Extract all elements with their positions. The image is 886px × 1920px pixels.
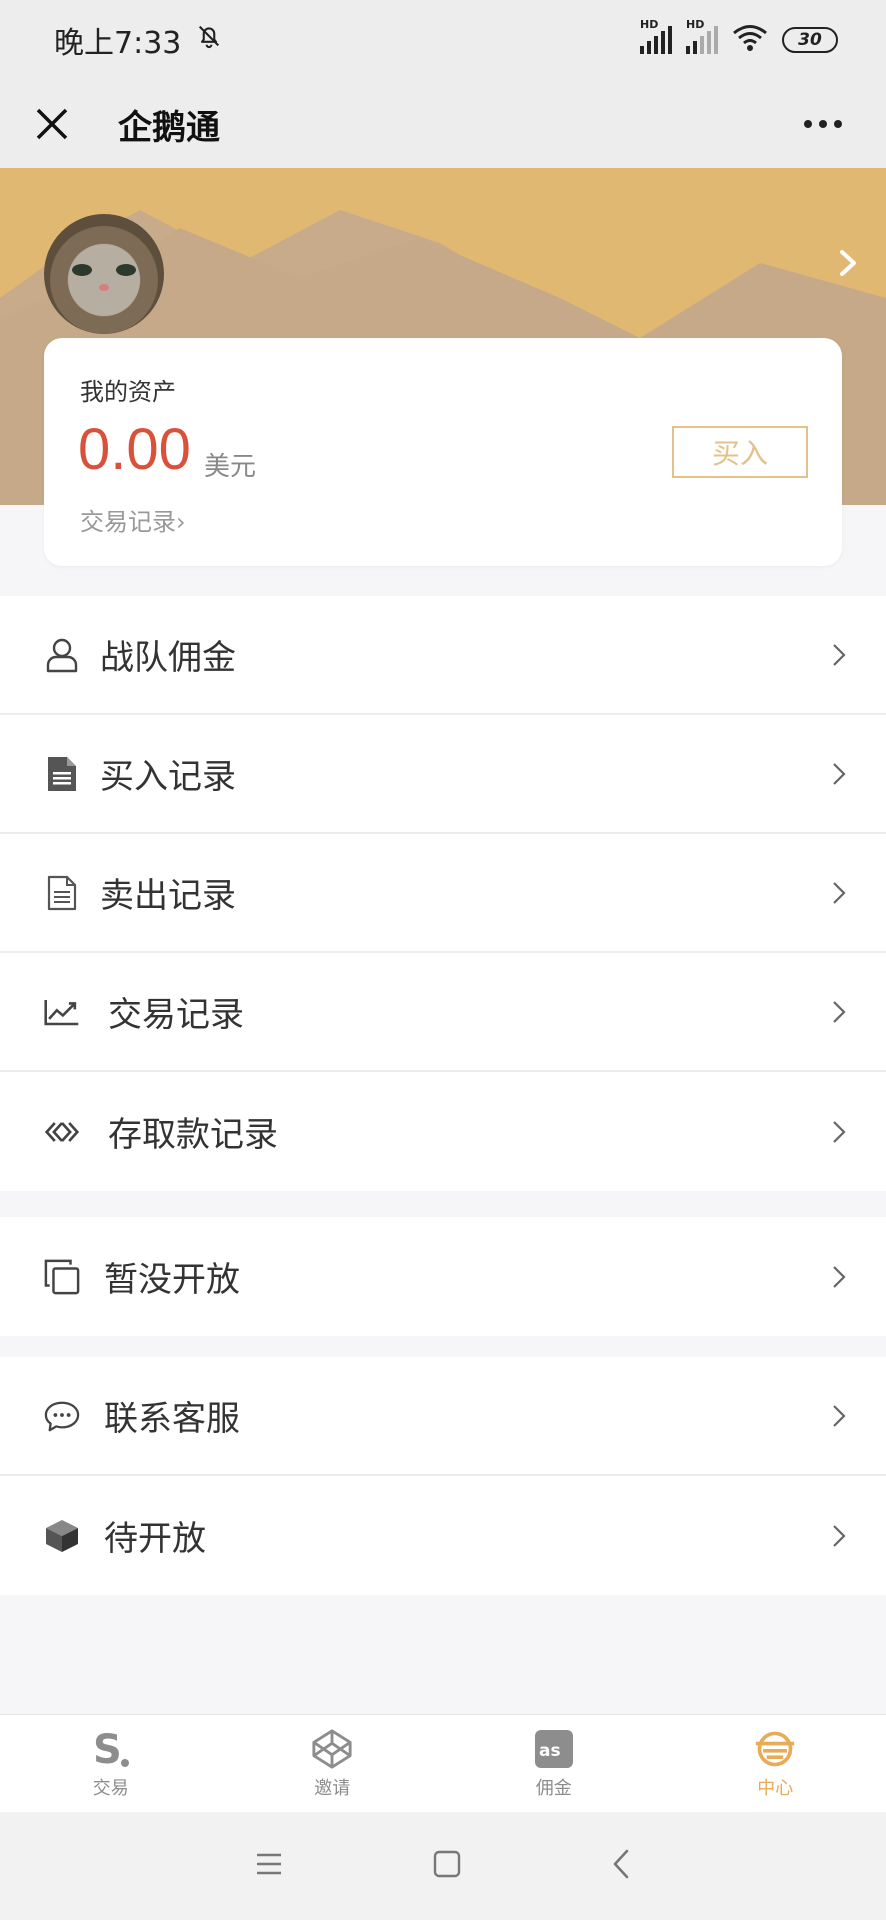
nav-bar: 企鹅通 (0, 80, 886, 168)
home-icon[interactable] (433, 1850, 461, 1882)
menu-group-records: 战队佣金 买入记录 卖出记录 交易记录 存取款记录 (0, 596, 886, 1191)
tab-label: 中心 (757, 1777, 794, 1799)
codepen-icon (311, 1728, 353, 1770)
tab-invite[interactable]: 邀请 (272, 1728, 392, 1800)
menu-item-label: 待开放 (104, 1519, 206, 1559)
menu-item-not-open[interactable]: 暂没开放 (0, 1217, 886, 1336)
svg-text:as: as (539, 1741, 561, 1761)
menu-item-label: 存取款记录 (108, 1115, 278, 1155)
signal-icon: HD (640, 18, 672, 54)
asset-card: 我的资产 0.00 美元 交易记录› 买入 (44, 338, 842, 566)
signal-icon-2: HD (686, 18, 718, 54)
menu-item-buy-records[interactable]: 买入记录 (0, 715, 886, 834)
menu-item-pending-open[interactable]: 待开放 (0, 1476, 886, 1595)
tab-center[interactable]: 中心 (715, 1728, 835, 1800)
menu-item-team-commission[interactable]: 战队佣金 (0, 596, 886, 715)
menu-item-trade-records[interactable]: 交易记录 (0, 953, 886, 1072)
chevron-right-icon (832, 762, 846, 786)
tab-commission[interactable]: as 佣金 (494, 1728, 614, 1800)
lastfm-icon: as (533, 1728, 575, 1770)
system-navigation-bar (0, 1812, 886, 1920)
more-options-icon[interactable] (804, 120, 842, 128)
chart-line-icon (44, 994, 80, 1030)
wifi-icon (732, 24, 768, 56)
menu-item-label: 联系客服 (104, 1399, 240, 1439)
bottom-tab-bar: S 交易 邀请 as 佣金 中心 (0, 1714, 886, 1812)
tab-label: 邀请 (314, 1777, 351, 1799)
tab-label: 佣金 (535, 1777, 572, 1799)
chevron-right-icon[interactable] (832, 248, 862, 278)
chevron-right-icon (832, 643, 846, 667)
back-icon[interactable] (611, 1849, 631, 1883)
document-filled-icon (44, 756, 80, 792)
asset-unit: 美元 (204, 452, 257, 482)
chevron-right-icon (832, 1524, 846, 1548)
menu-item-label: 买入记录 (100, 757, 236, 797)
svg-text:S: S (93, 1727, 122, 1771)
chevron-right-icon (832, 1404, 846, 1428)
tab-label: 交易 (92, 1777, 129, 1799)
transaction-records-link[interactable]: 交易记录› (80, 502, 186, 537)
buy-button[interactable]: 买入 (672, 426, 808, 478)
page-title: 企鹅通 (118, 107, 220, 148)
asset-value: 0.00 (78, 417, 191, 482)
battery-indicator: 30 (782, 27, 838, 53)
chevron-right-icon (832, 1120, 846, 1144)
chevron-right-icon (832, 1265, 846, 1289)
menu-item-label: 交易记录 (108, 995, 244, 1035)
chevron-right-icon (832, 1000, 846, 1024)
menu-item-customer-service[interactable]: 联系客服 (0, 1357, 886, 1476)
center-icon (754, 1728, 796, 1770)
user-icon (44, 637, 80, 673)
cube-icon (44, 1518, 80, 1554)
menu-item-label: 战队佣金 (100, 638, 236, 678)
menu-group-misc: 暂没开放 (0, 1217, 886, 1336)
transfer-icon (44, 1114, 80, 1150)
menu-item-label: 暂没开放 (104, 1260, 240, 1300)
chevron-right-icon (832, 881, 846, 905)
asset-label: 我的资产 (80, 378, 176, 406)
status-bar: 晚上7:33 HD HD 30 (0, 0, 886, 80)
close-icon[interactable] (30, 102, 74, 146)
bell-muted-icon (195, 22, 223, 58)
status-time: 晚上7:33 (54, 26, 182, 61)
menu-icon[interactable] (255, 1852, 283, 1880)
document-outline-icon (44, 875, 80, 911)
avatar[interactable] (44, 214, 164, 334)
menu-group-support: 联系客服 待开放 (0, 1357, 886, 1595)
s-logo-icon: S (90, 1727, 132, 1771)
menu-item-sell-records[interactable]: 卖出记录 (0, 834, 886, 953)
copy-icon (44, 1259, 80, 1295)
chat-icon (44, 1398, 80, 1434)
menu-item-deposit-withdraw-records[interactable]: 存取款记录 (0, 1072, 886, 1191)
tab-trade[interactable]: S 交易 (51, 1727, 171, 1800)
menu-item-label: 卖出记录 (100, 876, 236, 916)
